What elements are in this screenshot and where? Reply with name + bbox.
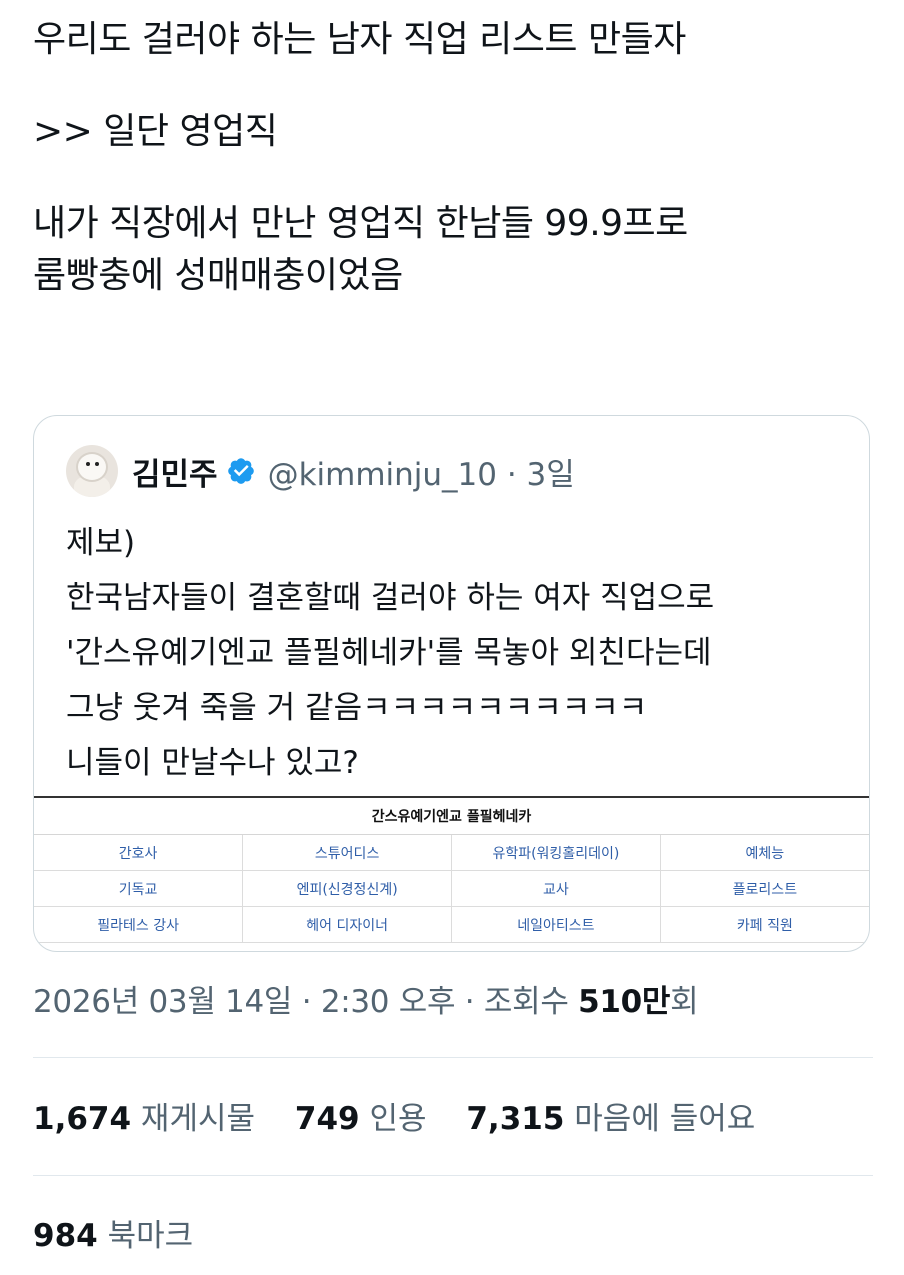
table-cell: 기독교: [34, 870, 244, 907]
table-cell: 간호사: [34, 834, 244, 871]
table-cell: 카페 직원: [660, 906, 869, 943]
table-row: 간호사 스튜어디스 유학파(워킹홀리데이) 예체능: [34, 834, 869, 871]
tweet-line: 룸빵충에 성매매충이었음: [33, 255, 403, 296]
table-cell: 유학파(워킹홀리데이): [451, 834, 661, 871]
table-cell: 예체능: [660, 834, 869, 871]
avatar[interactable]: [66, 445, 118, 497]
likes-stat[interactable]: 7,315 마음에 들어요: [466, 1101, 755, 1137]
jobs-table: 간스유예기엔교 플필헤네카 간호사 스튜어디스 유학파(워킹홀리데이) 예체능 …: [34, 798, 869, 943]
divider: [33, 1175, 873, 1176]
table-cell: 플로리스트: [660, 870, 869, 907]
tweet-line: >> 일단 영업직: [33, 111, 278, 152]
tweet-line: 우리도 걸러야 하는 남자 직업 리스트 만들자: [33, 19, 686, 60]
quoted-tweet-card[interactable]: 김민주 @kimminju_10 · 3일 제보) 한국남자들이 결혼할때 걸러…: [33, 415, 870, 952]
table-cell: 엔피(신경정신계): [242, 870, 452, 907]
quote-line: 한국남자들이 결혼할때 걸러야 하는 여자 직업으로: [66, 580, 715, 616]
quotes-stat[interactable]: 749 인용: [295, 1101, 427, 1137]
tweet-text: 우리도 걸러야 하는 남자 직업 리스트 만들자 >> 일단 영업직 내가 직장…: [33, 14, 873, 302]
tweet-line: 내가 직장에서 만난 영업직 한남들 99.9프로: [33, 203, 688, 244]
quote-line: '간스유예기엔교 플필헤네카'를 목놓아 외친다는데: [66, 635, 712, 671]
table-cell: 스튜어디스: [242, 834, 452, 871]
table-row: 기독교 엔피(신경정신계) 교사 플로리스트: [34, 870, 869, 907]
table-row: 필라테스 강사 헤어 디자이너 네일아티스트 카페 직원: [34, 906, 869, 943]
quoted-author-handle: @kimminju_10 · 3일: [267, 456, 575, 493]
tweet-stats: 1,674 재게시물 749 인용 7,315 마음에 들어요: [33, 1093, 785, 1138]
view-unit: 회: [670, 984, 699, 1020]
quoted-tweet-text: 제보) 한국남자들이 결혼할때 걸러야 하는 여자 직업으로 '간스유예기엔교 …: [66, 516, 856, 791]
table-cell: 헤어 디자이너: [242, 906, 452, 943]
verified-badge-icon: [227, 458, 254, 484]
quoted-image-table[interactable]: 간스유예기엔교 플필헤네카 간호사 스튜어디스 유학파(워킹홀리데이) 예체능 …: [34, 796, 869, 943]
divider: [33, 1057, 873, 1058]
view-count: 510만: [578, 984, 671, 1020]
table-cell: 필라테스 강사: [34, 906, 244, 943]
tweet-timestamp[interactable]: 2026년 03월 14일 · 2:30 오후 · 조회수: [33, 984, 578, 1020]
quote-line: 니들이 만날수나 있고?: [66, 745, 359, 781]
quote-line: 그냥 웃겨 죽을 거 같음ㅋㅋㅋㅋㅋㅋㅋㅋㅋㅋ: [66, 690, 648, 726]
quoted-tweet-header: 김민주 @kimminju_10 · 3일: [66, 444, 575, 498]
quoted-author-name[interactable]: 김민주: [132, 449, 218, 494]
retweets-stat[interactable]: 1,674 재게시물: [33, 1101, 255, 1137]
bookmarks-stat[interactable]: 984 북마크: [33, 1210, 193, 1255]
tweet-meta: 2026년 03월 14일 · 2:30 오후 · 조회수 510만회: [33, 976, 699, 1021]
table-title: 간스유예기엔교 플필헤네카: [34, 798, 869, 835]
table-cell: 교사: [451, 870, 661, 907]
table-cell: 네일아티스트: [451, 906, 661, 943]
quote-line: 제보): [66, 525, 136, 561]
